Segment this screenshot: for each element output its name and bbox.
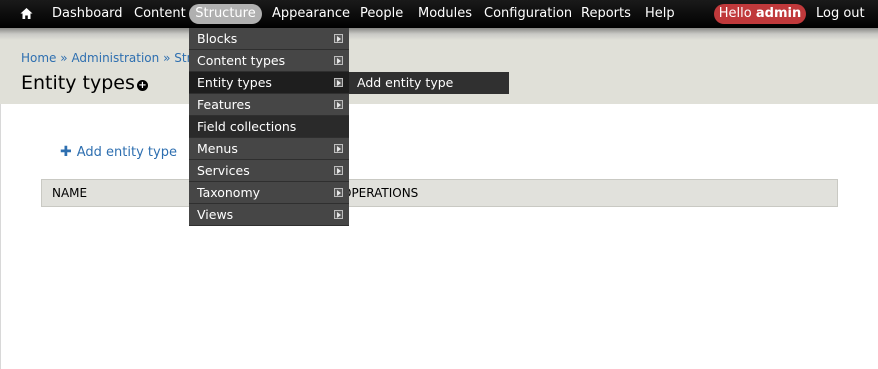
- add-shortcut-icon[interactable]: +: [137, 80, 148, 91]
- logout-link[interactable]: Log out: [816, 5, 865, 23]
- toolbar-item-configuration[interactable]: Configuration: [484, 5, 572, 23]
- breadcrumb-home[interactable]: Home: [21, 51, 56, 65]
- expand-arrow-icon: [334, 78, 343, 87]
- table-header: NAME OPERATIONS: [41, 179, 838, 207]
- toolbar-item-content[interactable]: Content: [134, 5, 186, 23]
- user-greeting[interactable]: Hello admin: [714, 4, 806, 24]
- home-icon[interactable]: [20, 7, 33, 20]
- structure-dropdown-menu: Blocks Content types Entity types Featur…: [189, 28, 349, 226]
- breadcrumb-administration[interactable]: Administration: [71, 51, 159, 65]
- expand-arrow-icon: [334, 166, 343, 175]
- content-left-border: [0, 104, 1, 369]
- menu-item-label: Views: [197, 207, 234, 222]
- toolbar-item-dashboard[interactable]: Dashboard: [52, 5, 123, 23]
- expand-arrow-icon: [334, 56, 343, 65]
- toolbar-item-appearance[interactable]: Appearance: [272, 5, 350, 23]
- expand-arrow-icon: [334, 144, 343, 153]
- menu-item-entity-types[interactable]: Entity types: [189, 72, 349, 94]
- menu-item-label: Content types: [197, 53, 286, 68]
- menu-item-menus[interactable]: Menus: [189, 138, 349, 160]
- expand-arrow-icon: [334, 210, 343, 219]
- plus-icon: ✚: [60, 144, 72, 160]
- menu-item-taxonomy[interactable]: Taxonomy: [189, 182, 349, 204]
- column-header-operations: OPERATIONS: [342, 186, 419, 200]
- toolbar-item-reports[interactable]: Reports: [581, 5, 631, 23]
- expand-arrow-icon: [334, 188, 343, 197]
- menu-item-label: Entity types: [197, 75, 272, 90]
- column-header-name[interactable]: NAME: [52, 186, 87, 200]
- menu-item-label: Menus: [197, 141, 238, 156]
- toolbar-item-modules[interactable]: Modules: [418, 5, 472, 23]
- add-entity-type-link[interactable]: ✚ Add entity type: [60, 144, 177, 160]
- expand-arrow-icon: [334, 100, 343, 109]
- breadcrumb-separator: »: [163, 51, 171, 65]
- admin-toolbar: Dashboard Content Structure Appearance P…: [0, 0, 878, 28]
- menu-item-label: Services: [197, 163, 250, 178]
- page-title: Entity types: [21, 72, 135, 94]
- username: admin: [755, 6, 802, 21]
- menu-item-content-types[interactable]: Content types: [189, 50, 349, 72]
- toolbar-item-help[interactable]: Help: [645, 5, 675, 23]
- add-entity-type-label: Add entity type: [76, 145, 177, 160]
- menu-item-label: Features: [197, 97, 251, 112]
- menu-item-label: Blocks: [197, 31, 238, 46]
- menu-item-label: Field collections: [197, 119, 297, 134]
- menu-item-field-collections[interactable]: Field collections: [189, 116, 349, 138]
- hello-prefix: Hello: [718, 6, 752, 21]
- breadcrumb-separator: »: [60, 51, 68, 65]
- menu-item-blocks[interactable]: Blocks: [189, 28, 349, 50]
- expand-arrow-icon: [334, 34, 343, 43]
- menu-item-label: Taxonomy: [197, 185, 261, 200]
- menu-item-features[interactable]: Features: [189, 94, 349, 116]
- toolbar-item-people[interactable]: People: [360, 5, 403, 23]
- submenu-item-add-entity-type[interactable]: Add entity type: [349, 72, 509, 94]
- breadcrumb: Home » Administration » Struct: [21, 51, 210, 65]
- menu-item-services[interactable]: Services: [189, 160, 349, 182]
- toolbar-item-structure[interactable]: Structure: [189, 4, 262, 24]
- menu-item-views[interactable]: Views: [189, 204, 349, 226]
- submenu-item-label: Add entity type: [357, 75, 454, 90]
